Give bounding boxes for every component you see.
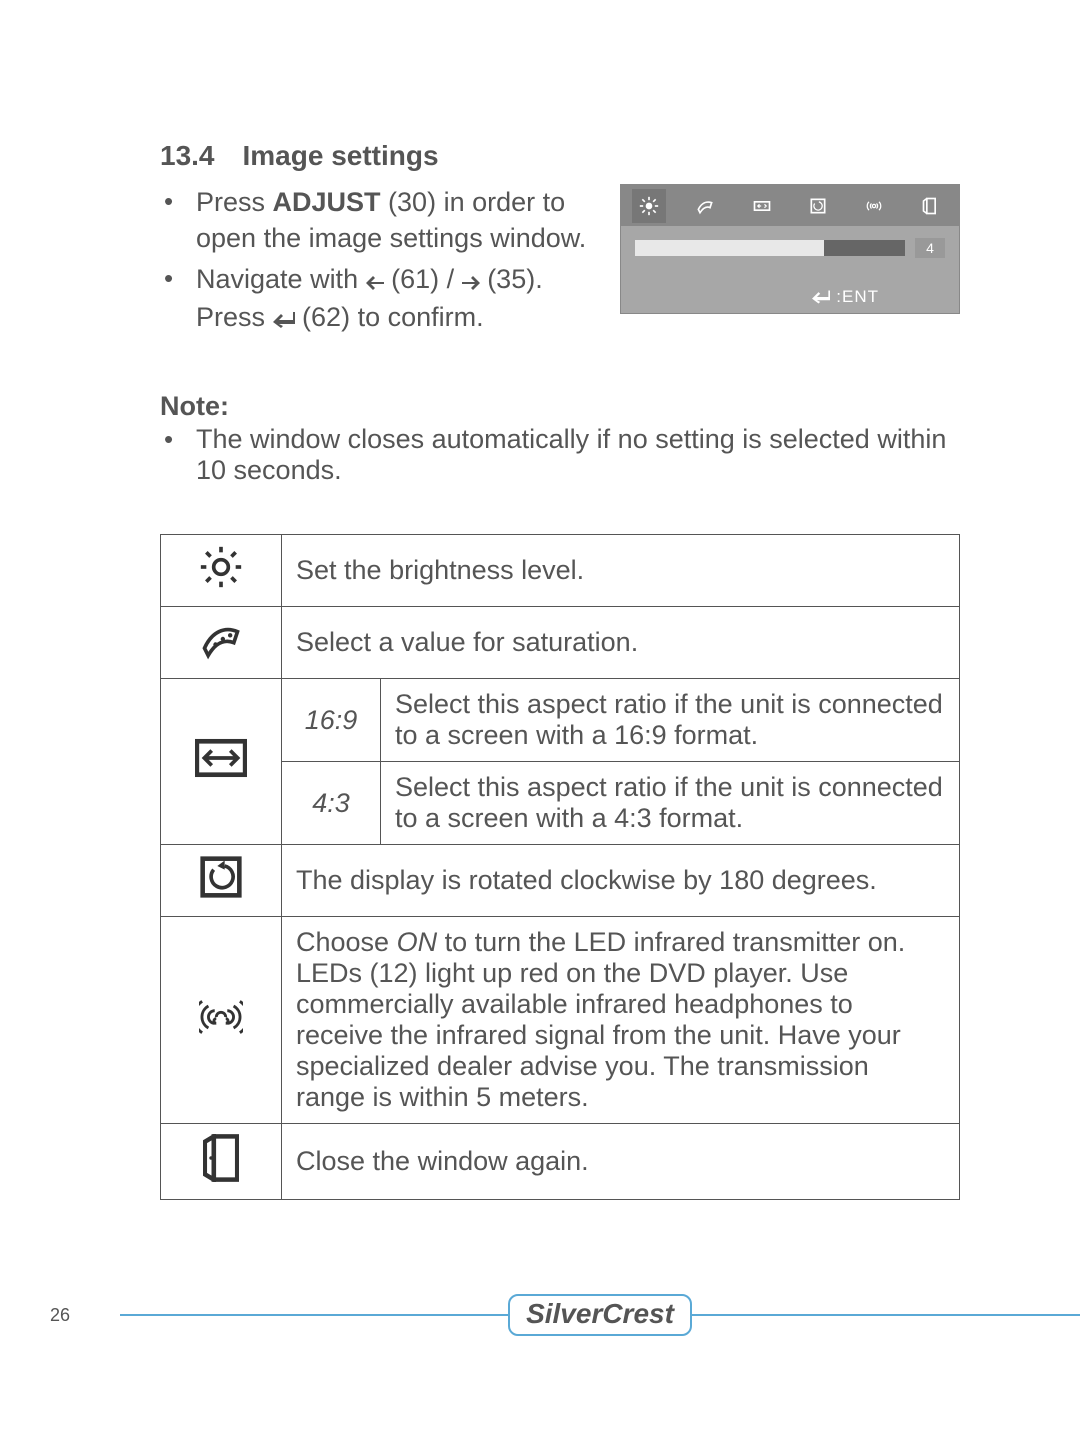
saturation-icon <box>161 607 282 679</box>
saturation-icon <box>688 189 722 223</box>
aspect-ratio-icon <box>161 679 282 845</box>
close-desc: Close the window again. <box>282 1124 960 1200</box>
table-row: Select a value for saturation. <box>161 607 960 679</box>
section-number: 13.4 <box>160 140 215 172</box>
text: Choose <box>296 927 397 957</box>
slider-track <box>635 240 905 256</box>
brightness-icon <box>632 189 666 223</box>
settings-screenshot: 4 :ENT <box>620 184 960 314</box>
instruction-item: Press ADJUST (30) in order to open the i… <box>160 184 596 257</box>
aspect-ratio-icon <box>745 189 779 223</box>
text: Navigate with <box>196 264 366 294</box>
exit-door-icon <box>161 1124 282 1200</box>
page-footer: 26 SilverCrest <box>0 1294 1080 1336</box>
saturation-desc: Select a value for saturation. <box>282 607 960 679</box>
rotate-icon <box>801 189 835 223</box>
table-row: Set the brightness level. <box>161 535 960 607</box>
ratio-169-desc: Select this aspect ratio if the unit is … <box>381 679 960 762</box>
screenshot-tab-row <box>621 185 959 226</box>
slider-value: 4 <box>915 238 945 258</box>
ir-headphone-icon <box>161 917 282 1124</box>
text: / <box>447 264 455 294</box>
note-heading: Note: <box>160 391 960 422</box>
brand-logo: SilverCrest <box>508 1294 692 1336</box>
section-title: Image settings <box>243 140 439 171</box>
brightness-icon <box>161 535 282 607</box>
ratio-169-label: 16:9 <box>282 679 381 762</box>
arrow-left-icon <box>366 263 384 299</box>
text: (62) to confirm. <box>302 302 484 332</box>
slider-fill <box>635 240 824 256</box>
table-row: 16:9 Select this aspect ratio if the uni… <box>161 679 960 762</box>
text: (61) <box>391 264 447 294</box>
ratio-43-label: 4:3 <box>282 762 381 845</box>
screenshot-footer: :ENT <box>812 287 879 307</box>
table-row: Close the window again. <box>161 1124 960 1200</box>
adjust-label: ADJUST <box>273 187 381 217</box>
settings-table: Set the brightness level. Select a value… <box>160 534 960 1200</box>
ir-headphone-icon <box>857 189 891 223</box>
instruction-list: Press ADJUST (30) in order to open the i… <box>160 184 596 341</box>
ir-on-label: ON <box>397 927 438 957</box>
table-row: The display is rotated clockwise by 180 … <box>161 845 960 917</box>
arrow-right-icon <box>462 263 480 299</box>
brightness-desc: Set the brightness level. <box>282 535 960 607</box>
enter-icon <box>273 301 295 337</box>
rotate-icon <box>161 845 282 917</box>
table-row: Choose ON to turn the LED infrared trans… <box>161 917 960 1124</box>
section-heading: 13.4 Image settings <box>160 140 960 172</box>
note-text: The window closes automatically if no se… <box>160 424 960 486</box>
page: 13.4 Image settings Press ADJUST (30) in … <box>0 0 1080 1436</box>
rotate-desc: The display is rotated clockwise by 180 … <box>282 845 960 917</box>
footer-rule <box>692 1314 1080 1317</box>
ir-desc: Choose ON to turn the LED infrared trans… <box>282 917 960 1124</box>
exit-door-icon <box>914 189 948 223</box>
enter-icon <box>812 290 830 304</box>
page-number: 26 <box>0 1305 120 1326</box>
intro-row: Press ADJUST (30) in order to open the i… <box>160 184 960 341</box>
footer-rule <box>120 1314 508 1317</box>
ratio-43-desc: Select this aspect ratio if the unit is … <box>381 762 960 845</box>
screenshot-slider: 4 <box>621 226 959 258</box>
instruction-item: Navigate with (61) / (35). Press (62) to… <box>160 261 596 337</box>
footer-label: :ENT <box>836 287 879 307</box>
note-block: Note: The window closes automatically if… <box>160 391 960 486</box>
text: Press <box>196 187 273 217</box>
